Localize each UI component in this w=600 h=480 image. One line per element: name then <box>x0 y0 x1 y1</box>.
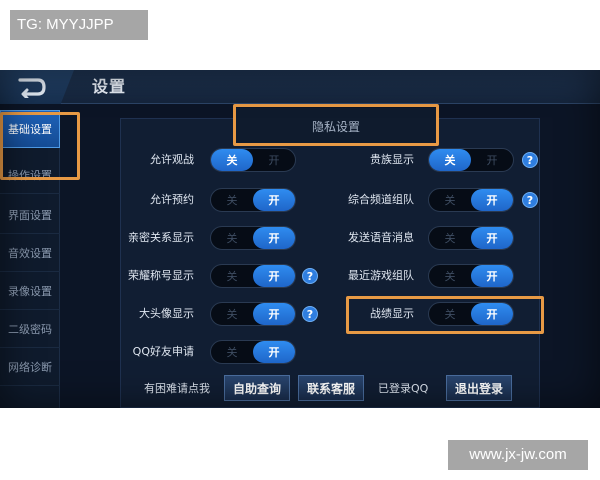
toggle-off: 关 <box>444 308 456 321</box>
help-icon[interactable]: ? <box>522 152 538 168</box>
settings-sidebar: 基础设置 操作设置 界面设置 音效设置 录像设置 二级密码 网络诊断 <box>0 110 60 408</box>
section-title: 隐私设置 <box>236 108 436 144</box>
sidebar-item-label: 界面设置 <box>8 208 52 222</box>
toggle-on: 开 <box>471 227 513 249</box>
toggle-off: 关 <box>226 232 238 245</box>
toggle-intimacy-display[interactable]: 关开 <box>210 226 296 250</box>
toggle-noble-display[interactable]: 关开 <box>428 148 514 172</box>
toggle-on: 开 <box>253 265 295 287</box>
setting-label: 荣耀称号显示 <box>128 269 194 282</box>
toggle-on: 开 <box>471 303 513 325</box>
toggle-on: 开 <box>471 265 513 287</box>
toggle-off: 关 <box>211 149 253 171</box>
toggle-off: 关 <box>226 270 238 283</box>
toggle-record-display[interactable]: 关开 <box>428 302 514 326</box>
back-button[interactable] <box>0 70 74 104</box>
setting-label: 战绩显示 <box>370 307 414 320</box>
toggle-channel-team[interactable]: 关开 <box>428 188 514 212</box>
sidebar-item-password[interactable]: 二级密码 <box>0 310 60 348</box>
watermark-bottom: www.jx-jw.com <box>448 440 588 470</box>
setting-label: 大头像显示 <box>139 307 194 320</box>
toggle-off: 关 <box>226 194 238 207</box>
sidebar-item-basic[interactable]: 基础设置 <box>0 110 60 148</box>
sidebar-item-label: 基础设置 <box>8 123 52 136</box>
toggle-voice-message[interactable]: 关开 <box>428 226 514 250</box>
sidebar-item-control[interactable]: 操作设置 <box>0 156 60 194</box>
toggle-off: 关 <box>226 346 238 359</box>
toggle-on: 开 <box>253 341 295 363</box>
setting-label: QQ好友申请 <box>132 345 194 358</box>
setting-label: 综合频道组队 <box>348 193 414 206</box>
toggle-allow-reservation[interactable]: 关开 <box>210 188 296 212</box>
toggle-on: 开 <box>268 154 280 167</box>
sidebar-item-label: 录像设置 <box>8 284 52 298</box>
top-bar: 设置 <box>0 70 600 104</box>
setting-label: 最近游戏组队 <box>348 269 414 282</box>
setting-label: 允许观战 <box>150 153 194 166</box>
help-icon[interactable]: ? <box>302 306 318 322</box>
sidebar-item-label: 音效设置 <box>8 246 52 260</box>
sidebar-item-interface[interactable]: 界面设置 <box>0 196 60 234</box>
logout-button[interactable]: 退出登录 <box>446 375 513 401</box>
toggle-on: 开 <box>253 303 295 325</box>
page-title: 设置 <box>92 77 127 96</box>
footer-bar: 有困难请点我 自助查询 联系客服 已登录QQ 退出登录 <box>120 370 540 408</box>
toggle-on: 开 <box>253 189 295 211</box>
toggle-on: 开 <box>486 154 498 167</box>
sidebar-item-audio[interactable]: 音效设置 <box>0 234 60 272</box>
toggle-off: 关 <box>226 308 238 321</box>
self-query-button[interactable]: 自助查询 <box>224 375 291 401</box>
setting-label: 亲密关系显示 <box>128 231 194 244</box>
back-arrow-icon <box>18 78 46 98</box>
toggle-qq-friend-request[interactable]: 关开 <box>210 340 296 364</box>
logged-in-status: 已登录QQ <box>378 382 429 395</box>
toggle-on: 开 <box>471 189 513 211</box>
sidebar-item-network[interactable]: 网络诊断 <box>0 348 60 386</box>
toggle-on: 开 <box>253 227 295 249</box>
toggle-off: 关 <box>444 270 456 283</box>
toggle-recent-team[interactable]: 关开 <box>428 264 514 288</box>
toggle-honor-title[interactable]: 关开 <box>210 264 296 288</box>
toggle-off: 关 <box>429 149 471 171</box>
setting-label: 贵族显示 <box>370 153 414 166</box>
contact-service-button[interactable]: 联系客服 <box>298 375 365 401</box>
help-icon[interactable]: ? <box>522 192 538 208</box>
screenshot-root: TG: MYYJJPP 设置 基础设置 操作设置 界面设置 音效设置 录像设置 … <box>0 0 600 480</box>
sidebar-item-label: 操作设置 <box>8 168 52 182</box>
sidebar-item-replay[interactable]: 录像设置 <box>0 272 60 310</box>
sidebar-item-label: 二级密码 <box>8 322 52 336</box>
settings-screen: 设置 基础设置 操作设置 界面设置 音效设置 录像设置 二级密码 网络诊断 隐私… <box>0 70 600 408</box>
setting-label: 发送语音消息 <box>348 231 414 244</box>
setting-label: 允许预约 <box>150 193 194 206</box>
toggle-off: 关 <box>444 194 456 207</box>
toggle-off: 关 <box>444 232 456 245</box>
watermark-top: TG: MYYJJPP <box>10 10 148 40</box>
sidebar-item-label: 网络诊断 <box>8 360 52 374</box>
toggle-allow-spectate[interactable]: 关开 <box>210 148 296 172</box>
toggle-big-avatar[interactable]: 关开 <box>210 302 296 326</box>
help-prompt: 有困难请点我 <box>144 382 210 395</box>
